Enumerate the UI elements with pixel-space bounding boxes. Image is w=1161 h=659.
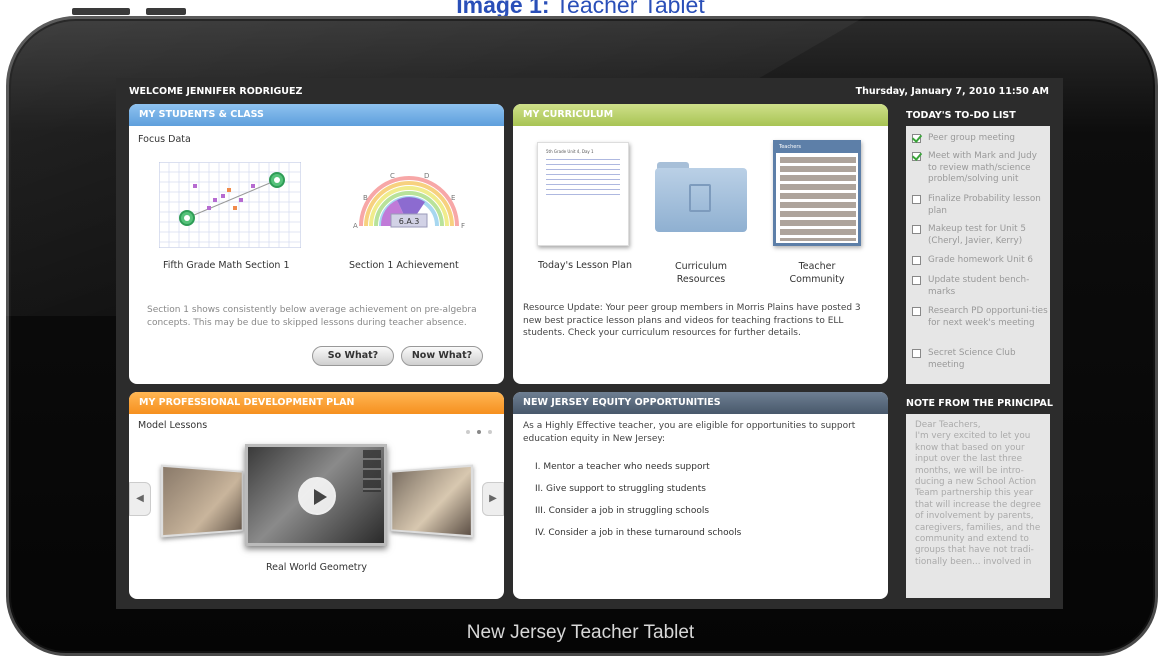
community-grid — [780, 157, 856, 241]
equity-option[interactable]: I. Mentor a teacher who needs support — [535, 462, 710, 472]
checkbox[interactable] — [912, 225, 921, 234]
hardware-button-left — [72, 8, 130, 15]
todo-label: Makeup test for Unit 5 (Cheryl, Javier, … — [928, 224, 1027, 246]
data-point — [239, 198, 243, 202]
gauge-value: 6.A.3 — [399, 217, 420, 226]
curriculum-resources-label[interactable]: Curriculum Resources — [651, 260, 751, 286]
todo-header: TODAY'S TO-DO LIST — [906, 110, 1016, 121]
page-dot-active[interactable] — [476, 430, 481, 434]
equity-panel: NEW JERSEY EQUITY OPPORTUNITIES As a Hig… — [513, 392, 888, 599]
lesson-plan-lines — [546, 159, 620, 199]
now-what-button[interactable]: Now What? — [401, 346, 483, 366]
students-summary: Section 1 shows consistently below avera… — [147, 305, 477, 328]
principal-note: Dear Teachers, I'm very excited to let y… — [906, 414, 1050, 598]
todo-label: Meet with Mark and Judy to review math/s… — [928, 151, 1037, 184]
video-thumbnail-right[interactable] — [390, 464, 474, 538]
data-point — [251, 184, 255, 188]
end-marker-dot — [274, 177, 280, 183]
gauge-letter-c: C — [390, 172, 395, 180]
so-what-button[interactable]: So What? — [312, 346, 394, 366]
focus-data-chart[interactable] — [159, 162, 301, 248]
equity-option[interactable]: II. Give support to struggling students — [535, 484, 706, 494]
curriculum-panel: MY CURRICULUM 5th Grade Unit 4, Day 1 Te… — [513, 104, 888, 384]
todo-label: Update student bench-marks — [928, 275, 1030, 297]
chart1-caption: Fifth Grade Math Section 1 — [163, 260, 290, 271]
todo-label: Research PD opportuni-ties for next week… — [928, 306, 1048, 328]
todo-label: Peer group meeting — [928, 133, 1016, 143]
todo-label: Grade homework Unit 6 — [928, 255, 1033, 265]
video-controls[interactable] — [363, 450, 381, 492]
video-caption: Real World Geometry — [265, 562, 368, 573]
checkbox[interactable] — [912, 195, 921, 204]
lesson-plan-title: 5th Grade Unit 4, Day 1 — [546, 149, 594, 154]
date-time: Thursday, January 7, 2010 11:50 AM — [855, 86, 1049, 97]
curriculum-header[interactable]: MY CURRICULUM — [513, 104, 888, 126]
page-dot[interactable] — [488, 430, 492, 434]
community-title: Teachers — [776, 143, 858, 153]
data-point — [221, 194, 225, 198]
checkbox-checked[interactable] — [912, 152, 921, 161]
lesson-plan-label[interactable]: Today's Lesson Plan — [537, 260, 633, 271]
checkbox-checked[interactable] — [912, 134, 921, 143]
pd-panel: MY PROFESSIONAL DEVELOPMENT PLAN Model L… — [129, 392, 504, 599]
video-thumbnail-left[interactable] — [160, 464, 244, 538]
focus-data-label: Focus Data — [138, 134, 191, 145]
gauge-letter-f: F — [461, 222, 465, 230]
hardware-button-right — [146, 8, 186, 15]
play-triangle — [314, 489, 327, 505]
checkbox[interactable] — [912, 307, 921, 316]
resource-update-text: Resource Update: Your peer group members… — [523, 303, 861, 338]
lesson-plan-thumbnail[interactable]: 5th Grade Unit 4, Day 1 — [537, 142, 629, 246]
page-dot[interactable] — [465, 430, 470, 434]
note-header: NOTE FROM THE PRINCIPAL — [906, 398, 1053, 409]
data-point — [227, 188, 231, 192]
gauge-letter-e: E — [451, 194, 455, 202]
teacher-community-label[interactable]: Teacher Community — [767, 260, 867, 286]
checkbox[interactable] — [912, 276, 921, 285]
equity-header[interactable]: NEW JERSEY EQUITY OPPORTUNITIES — [513, 392, 888, 414]
equity-option[interactable]: III. Consider a job in struggling school… — [535, 506, 709, 516]
checkbox[interactable] — [912, 256, 921, 265]
carousel-prev-button[interactable]: ◀ — [129, 482, 151, 516]
pd-header[interactable]: MY PROFESSIONAL DEVELOPMENT PLAN — [129, 392, 504, 414]
folder-doc-icon — [689, 184, 711, 212]
checkbox[interactable] — [912, 349, 921, 358]
data-point — [193, 184, 197, 188]
equity-intro: As a Highly Effective teacher, you are e… — [523, 421, 856, 444]
data-point — [207, 206, 211, 210]
carousel-page-dots[interactable] — [464, 419, 492, 438]
community-thumbnail[interactable]: Teachers — [773, 140, 861, 246]
students-panel: MY STUDENTS & CLASS Focus Data 6.A.3 A B… — [129, 104, 504, 384]
carousel-next-button[interactable]: ▶ — [482, 482, 504, 516]
equity-option[interactable]: IV. Consider a job in these turnaround s… — [535, 528, 741, 538]
tablet-label: New Jersey Teacher Tablet — [466, 622, 695, 643]
chart2-caption: Section 1 Achievement — [349, 260, 459, 271]
note-text: Dear Teachers, I'm very excited to let y… — [915, 420, 1041, 567]
folder-icon[interactable] — [655, 162, 747, 232]
video-player[interactable] — [245, 444, 387, 546]
data-point — [233, 206, 237, 210]
start-marker-dot — [184, 215, 190, 221]
top-bar: WELCOME JENNIFER RODRIGUEZ Thursday, Jan… — [116, 78, 1063, 104]
achievement-gauge[interactable]: 6.A.3 A B C D E F — [339, 156, 479, 242]
gauge-letter-d: D — [424, 172, 429, 180]
tablet-screen: WELCOME JENNIFER RODRIGUEZ Thursday, Jan… — [116, 78, 1063, 609]
gauge-letter-a: A — [353, 222, 358, 230]
model-lessons-label: Model Lessons — [138, 420, 208, 431]
gauge-letter-b: B — [363, 194, 368, 202]
todo-label: Secret Science Club meeting — [928, 348, 1016, 370]
students-header[interactable]: MY STUDENTS & CLASS — [129, 104, 504, 126]
data-point — [213, 198, 217, 202]
play-button-icon[interactable] — [298, 477, 336, 515]
welcome-text: WELCOME JENNIFER RODRIGUEZ — [129, 86, 303, 97]
todo-label: Finalize Probability lesson plan — [928, 194, 1041, 216]
todo-list: Peer group meeting Meet with Mark and Ju… — [906, 126, 1050, 384]
